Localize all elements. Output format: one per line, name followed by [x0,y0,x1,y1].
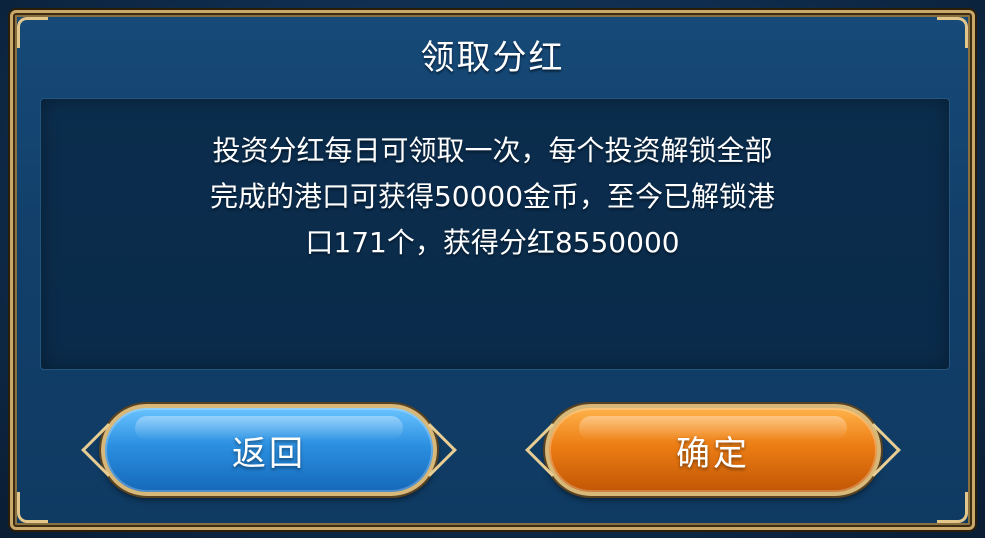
button-highlight [135,416,403,440]
dialog-title: 领取分红 [420,38,565,78]
message-line: 投资分红每日可领取一次，每个投资解锁全部 [212,134,773,167]
confirm-button[interactable]: 确定 [525,404,901,496]
frame-corner-ornament [937,492,968,523]
button-highlight [579,416,847,440]
back-button[interactable]: 返回 [81,404,457,496]
message-line: 完成的港口可获得50000金币，至今已解锁港 [209,180,776,213]
message-line: 口171个，获得分红8550000 [305,226,680,259]
frame-corner-ornament [17,492,48,523]
dialog-message: 投资分红每日可领取一次，每个投资解锁全部 完成的港口可获得50000金币，至今已… [100,128,885,266]
game-screen: 领取分红 投资分红每日可领取一次，每个投资解锁全部 完成的港口可获得50000金… [0,0,985,538]
